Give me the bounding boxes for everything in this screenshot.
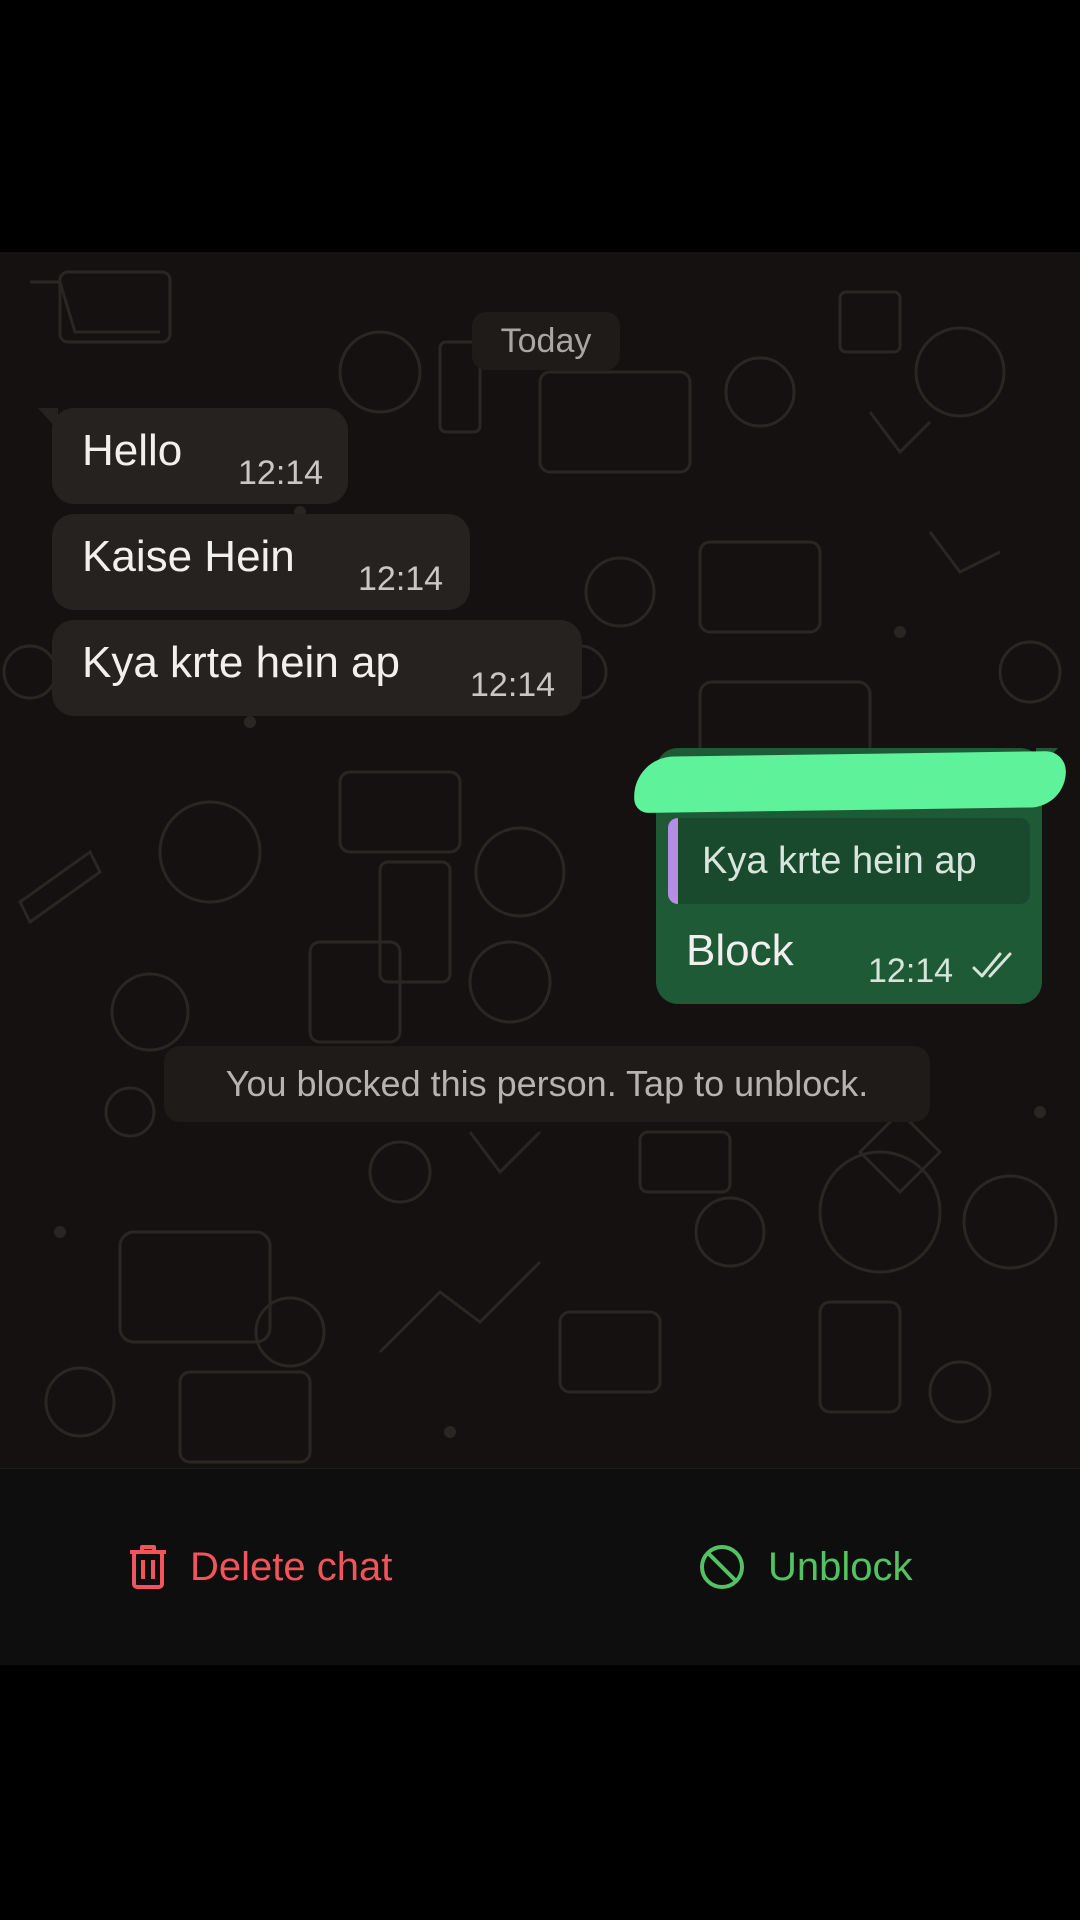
trash-icon bbox=[130, 1545, 166, 1589]
message-text: Block bbox=[686, 926, 794, 975]
incoming-message[interactable]: Kya krte hein ap 12:14 bbox=[52, 620, 582, 716]
bubble-tail bbox=[38, 408, 58, 430]
redaction-scribble bbox=[633, 750, 1067, 814]
message-time: 12:14 bbox=[868, 952, 954, 990]
message-time: 12:14 bbox=[238, 454, 324, 492]
message-time: 12:14 bbox=[470, 666, 556, 704]
delete-chat-button[interactable]: Delete chat bbox=[128, 1535, 392, 1599]
blocked-actions-bar: Delete chat Unblock bbox=[0, 1468, 1080, 1665]
quoted-reply[interactable]: Kya krte hein ap bbox=[668, 818, 1030, 904]
double-check-icon bbox=[972, 952, 1012, 978]
chat-screen: Today Hello 12:14 Kaise Hein 12:14 Kya k… bbox=[0, 0, 1080, 1920]
message-text: Hello bbox=[82, 426, 183, 475]
message-text: Kya krte hein ap bbox=[82, 638, 400, 687]
date-separator: Today bbox=[472, 312, 620, 370]
quoted-message-text: Kya krte hein ap bbox=[702, 840, 977, 882]
block-circle-icon bbox=[700, 1545, 744, 1589]
message-text: Kaise Hein bbox=[82, 532, 295, 581]
incoming-message[interactable]: Kaise Hein 12:14 bbox=[52, 514, 470, 610]
message-list[interactable]: Today Hello 12:14 Kaise Hein 12:14 Kya k… bbox=[0, 252, 1080, 1468]
outgoing-message[interactable]: Kya krte hein ap Block 12:14 bbox=[633, 748, 1067, 1004]
incoming-message[interactable]: Hello 12:14 bbox=[38, 408, 348, 504]
delete-chat-label: Delete chat bbox=[190, 1544, 393, 1589]
blocked-notice[interactable]: You blocked this person. Tap to unblock. bbox=[164, 1046, 930, 1122]
unblock-label: Unblock bbox=[768, 1544, 913, 1589]
unblock-button[interactable]: Unblock bbox=[698, 1535, 913, 1599]
quote-accent-bar bbox=[668, 818, 678, 904]
message-time: 12:14 bbox=[358, 560, 444, 598]
